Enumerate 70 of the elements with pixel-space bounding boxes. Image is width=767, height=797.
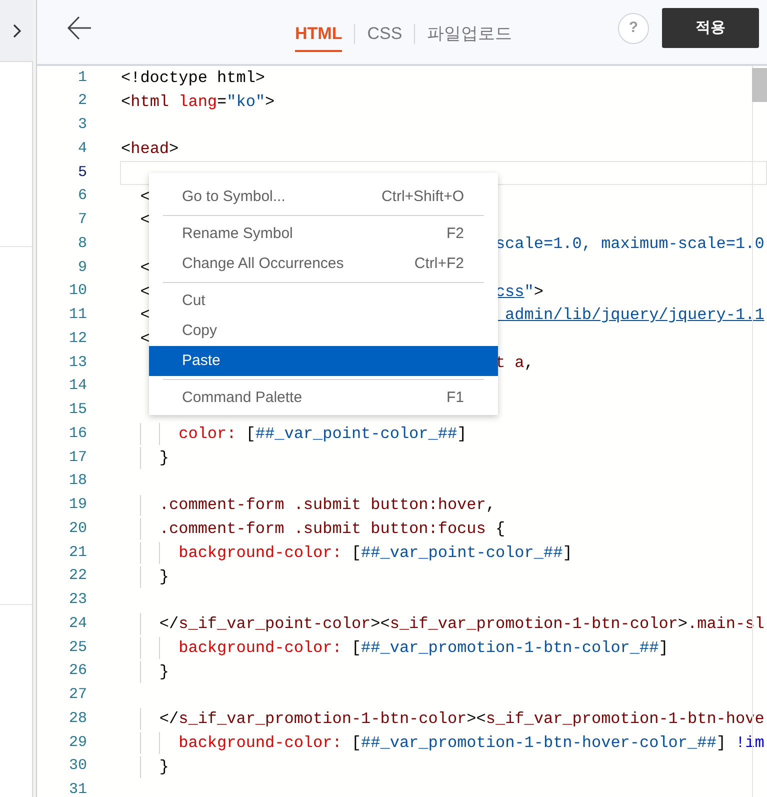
line-number: 14: [68, 376, 87, 396]
line-number: 24: [68, 614, 87, 634]
code-line: <: [140, 258, 150, 279]
code-line: </s_if_var_promotion-1-btn-color><s_if_var_promotion-1-btn-hove: [159, 709, 764, 730]
line-number: 17: [68, 448, 87, 468]
scrollbar-thumb[interactable]: [752, 68, 767, 102]
code-line: <: [140, 282, 150, 303]
line-number: 11: [68, 305, 87, 326]
code-line: background-color: [##_var_point-color_##]: [178, 542, 572, 564]
line-number: 22: [68, 566, 87, 586]
back-arrow-icon[interactable]: [67, 15, 93, 41]
menu-item[interactable]: Change All Occurrences Ctrl+F2: [149, 249, 498, 279]
menu-item[interactable]: Copy: [149, 316, 498, 346]
code-line: }: [159, 448, 170, 469]
code-line: <: [140, 210, 150, 232]
line-number: 7: [76, 210, 87, 230]
line-number: 9: [76, 258, 87, 278]
code-line: }: [159, 756, 170, 778]
line-number: 19: [68, 495, 87, 516]
menu-item[interactable]: Command Palette F1: [149, 383, 498, 413]
line-number: 1: [76, 68, 87, 88]
code-line: <head>: [121, 139, 179, 160]
code-line: }: [159, 662, 170, 683]
line-number: 12: [68, 328, 87, 349]
line-number: 30: [68, 756, 87, 776]
code-text: t a,: [495, 352, 534, 374]
line-number: 18: [68, 471, 87, 492]
code-line: <: [140, 329, 150, 350]
line-number: 13: [68, 352, 87, 373]
code-line: .comment-form .submit button:focus {: [159, 519, 506, 540]
tab[interactable]: 파일업로드: [427, 16, 512, 52]
line-number: 4: [76, 138, 87, 159]
chevron-right-icon: [12, 24, 20, 38]
sidebar-toggle-button[interactable]: [0, 0, 33, 62]
code-line: <: [140, 305, 150, 326]
line-number: 31: [68, 780, 87, 797]
line-number: 5: [76, 162, 87, 183]
code-line: }: [159, 566, 170, 588]
code-line: .comment-form .submit button:hover,: [159, 495, 496, 516]
code-text: _admin/lib/jquery/jquery-1.1: [495, 305, 764, 326]
code-line: <!doctype html>: [121, 68, 266, 89]
line-number: 23: [68, 590, 87, 610]
code-text: scale=1.0, maximum-scale=1.0: [495, 234, 764, 256]
line-number: 8: [76, 234, 87, 254]
line-number: 16: [68, 424, 87, 444]
line-number: 27: [68, 685, 87, 706]
menu-item[interactable]: Cut: [149, 286, 498, 316]
line-number: 6: [76, 186, 87, 206]
line-number: 2: [76, 91, 87, 112]
tab[interactable]: CSS: [367, 16, 402, 52]
line-number: 28: [68, 708, 87, 729]
line-number: 21: [68, 542, 87, 563]
line-number: 15: [68, 400, 87, 420]
line-number: 20: [68, 518, 87, 539]
line-number: 10: [68, 281, 87, 302]
code-line: <: [140, 186, 150, 208]
line-number: 25: [68, 638, 87, 658]
tab[interactable]: HTML: [295, 16, 342, 52]
code-line: <html lang="ko">: [121, 92, 275, 113]
line-number: 26: [68, 661, 87, 682]
apply-button[interactable]: 적용: [662, 8, 759, 48]
line-number: 29: [68, 732, 87, 753]
code-line: background-color: [##_var_promotion-1-btn-hover-color_##] !im: [178, 732, 764, 754]
menu-item[interactable]: Paste: [149, 346, 498, 376]
menu-item[interactable]: Go to Symbol... Ctrl+Shift+O: [149, 182, 498, 212]
code-line: color: [##_var_point-color_##]: [178, 424, 467, 446]
code-line: </s_if_var_point-color><s_if_var_promotion-1-btn-color>.main-sl: [159, 614, 764, 636]
menu-item[interactable]: Rename Symbol F2: [149, 219, 498, 249]
line-number: 3: [76, 115, 87, 136]
code-line: background-color: [##_var_promotion-1-btn-color_##]: [178, 638, 668, 659]
